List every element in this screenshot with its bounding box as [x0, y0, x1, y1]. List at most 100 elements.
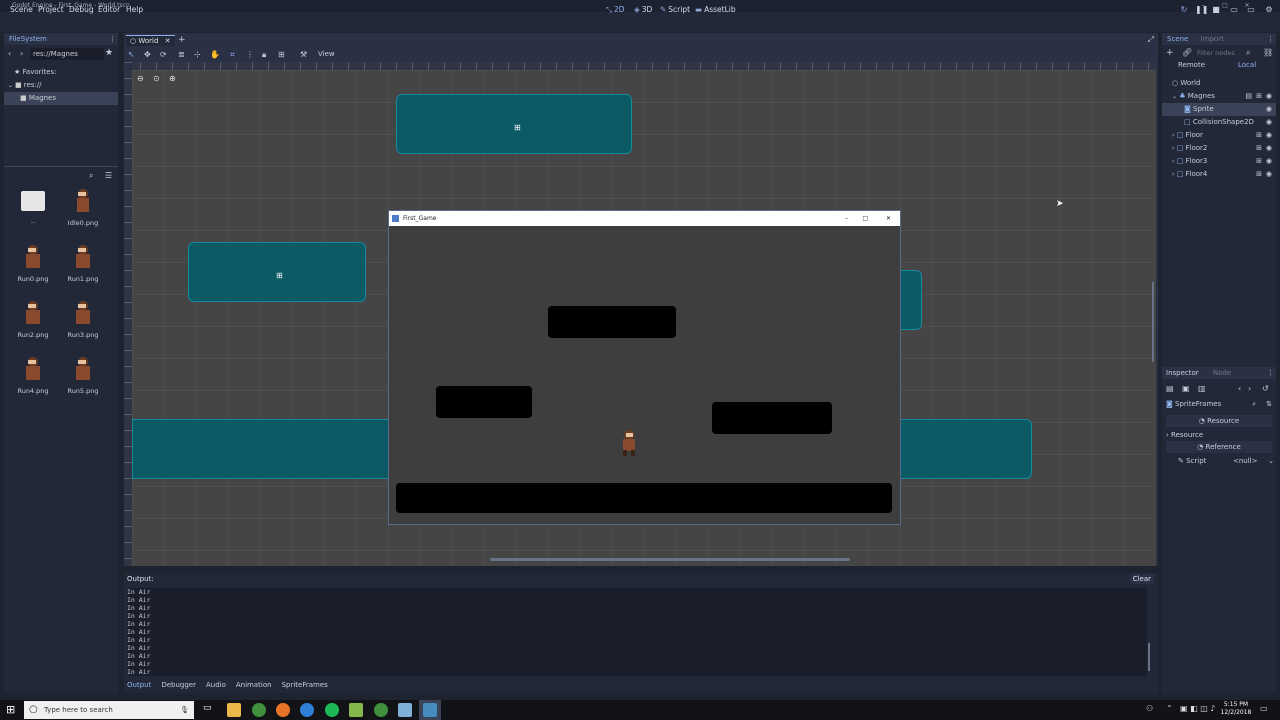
filesystem-tab[interactable]: FileSystem ⋮ [4, 33, 118, 45]
file-explorer-icon[interactable] [227, 703, 241, 717]
tab-animation[interactable]: Animation [236, 681, 272, 691]
pivot-tool-icon[interactable]: ⊹ [194, 50, 201, 59]
tab-scene[interactable]: Scene [1167, 35, 1188, 43]
group-icon[interactable]: ⊞ [1256, 155, 1262, 168]
list-view-icon[interactable]: ☰ [105, 171, 112, 180]
minimize-icon[interactable]: – [845, 211, 848, 226]
add-tab-icon[interactable]: + [178, 35, 186, 45]
chrome-icon[interactable] [252, 703, 266, 717]
visibility-eye-icon[interactable]: ◉ [1266, 129, 1272, 142]
script-property[interactable]: ✎ Script <null> ⌄ [1178, 455, 1274, 467]
file-item[interactable]: Run5.png [58, 351, 108, 407]
output-scrollbar[interactable] [1148, 643, 1150, 671]
resource-header-button[interactable]: ◔ Resource [1166, 415, 1272, 427]
visibility-eye-icon[interactable]: ◉ [1266, 103, 1272, 116]
bone-icon[interactable]: ⚒ [300, 50, 307, 59]
pan-tool-icon[interactable]: ✋ [210, 50, 220, 59]
notepad-icon[interactable] [349, 703, 363, 717]
chevron-up-icon[interactable]: ⌃ [1166, 704, 1173, 713]
snap-icon[interactable]: ⌗ [230, 50, 235, 60]
group-icon[interactable]: ⊞ [278, 50, 285, 59]
scene-node-floor2[interactable]: › □ Floor2 ⊞ ◉ [1162, 142, 1276, 155]
menu-help[interactable]: Help [126, 4, 143, 16]
settings-icon[interactable]: ⚙ [1264, 5, 1274, 15]
tab-world[interactable]: ○ World ✕ [126, 35, 175, 46]
resource-section[interactable]: › Resource [1166, 429, 1203, 441]
zoom-in-icon[interactable]: ⊕ [169, 74, 176, 83]
add-node-icon[interactable]: + [1166, 48, 1174, 58]
load-resource-icon[interactable]: ▣ [1182, 384, 1190, 393]
clear-button[interactable]: Clear [1129, 574, 1154, 584]
scene-node-collisionshape2d[interactable]: □ CollisionShape2D ◉ [1162, 116, 1276, 129]
vertical-scrollbar[interactable] [1152, 282, 1154, 362]
group-icon[interactable]: ⊞ [1256, 90, 1262, 103]
history-forward-icon[interactable]: › [1248, 384, 1251, 393]
folder-row-magnes[interactable]: ■ Magnes [4, 92, 118, 105]
tab-node[interactable]: Node [1213, 369, 1231, 377]
list-tool-icon[interactable]: ≣ [178, 50, 185, 59]
remote-button[interactable]: Remote [1178, 61, 1205, 69]
group-icon[interactable]: ⊞ [1256, 129, 1262, 142]
app-icon[interactable] [398, 703, 412, 717]
menu-project[interactable]: Project [38, 4, 64, 16]
back-icon[interactable]: ‹ [8, 49, 11, 58]
scene-node-sprite[interactable]: ◙ Sprite ◉ [1162, 103, 1276, 116]
output-log[interactable]: In Air In Air In Air In Air In Air In Air In A… [127, 588, 1147, 676]
taskbar-clock[interactable]: 5:15 PM 12/2/2018 [1218, 701, 1254, 717]
scene-node-floor4[interactable]: › □ Floor4 ⊞ ◉ [1162, 168, 1276, 181]
visibility-eye-icon[interactable]: ◉ [1266, 116, 1272, 129]
dock-menu-icon[interactable]: ⋮ [1267, 33, 1274, 45]
visibility-eye-icon[interactable]: ◉ [1266, 142, 1272, 155]
tab-spriteframes[interactable]: SpriteFrames [282, 681, 328, 691]
scene-node-world[interactable]: ○ World [1162, 77, 1276, 90]
taskbar-search-input[interactable]: ○ Type here to search 🎙︎ [24, 701, 194, 719]
notifications-icon[interactable]: ▭ [1260, 704, 1268, 713]
menu-scene[interactable]: Scene [10, 4, 33, 16]
pause-icon[interactable]: ❚❚ [1195, 5, 1208, 15]
workspace-3d[interactable]: ◈ 3D [634, 4, 652, 16]
menu-debug[interactable]: Debug [69, 4, 94, 16]
scene-node-floor[interactable]: › □ Floor ⊞ ◉ [1162, 129, 1276, 142]
group-icon[interactable]: ⊞ [1256, 142, 1262, 155]
file-item[interactable]: Run4.png [8, 351, 58, 407]
people-icon[interactable]: ⚇ [1146, 704, 1153, 713]
workspace-2d[interactable]: ⤡ 2D [606, 4, 625, 16]
game-window[interactable]: First_Game – □ ✕ [388, 210, 901, 525]
search-icon[interactable]: ⌕ [1246, 48, 1250, 58]
visibility-eye-icon[interactable]: ◉ [1266, 168, 1272, 181]
favorites-row[interactable]: ★ Favorites: [4, 66, 118, 79]
scene-node-magnes[interactable]: ⌄ ♣ Magnes ▤ ⊞ ◉ [1162, 90, 1276, 103]
reference-header-button[interactable]: ◔ Reference [1166, 441, 1272, 453]
snap-options-icon[interactable]: ⋮ [246, 50, 254, 59]
scene-node-floor3[interactable]: › □ Floor3 ⊞ ◉ [1162, 155, 1276, 168]
file-item[interactable]: .. [8, 183, 58, 239]
workspace-assetlib[interactable]: ▬ AssetLib [695, 4, 736, 16]
inspected-object[interactable]: ◙ SpriteFrames ⌕ ⇅ [1162, 398, 1276, 410]
reload-icon[interactable]: ↻ [1179, 5, 1189, 15]
search-icon[interactable]: ⌕ [1252, 398, 1256, 410]
firefox-icon[interactable] [276, 703, 290, 717]
history-icon[interactable]: ↺ [1262, 384, 1269, 393]
split-divider[interactable] [4, 166, 118, 167]
godot-taskbar-active[interactable] [419, 700, 441, 720]
file-item[interactable]: Run3.png [58, 295, 108, 351]
windows-start-icon[interactable]: ⊞ [6, 703, 15, 716]
maximize-icon[interactable]: □ [862, 211, 868, 226]
tab-debugger[interactable]: Debugger [161, 681, 196, 691]
save-resource-icon[interactable]: ▥ [1198, 384, 1206, 393]
forward-icon[interactable]: › [20, 49, 23, 58]
history-back-icon[interactable]: ‹ [1238, 384, 1241, 393]
rotate-tool-icon[interactable]: ⟳ [160, 50, 167, 59]
menu-editor[interactable]: Editor [98, 4, 120, 16]
stop-icon[interactable]: ■ [1211, 5, 1221, 15]
select-tool-icon[interactable]: ↖ [128, 50, 135, 59]
visibility-eye-icon[interactable]: ◉ [1266, 155, 1272, 168]
visibility-eye-icon[interactable]: ◉ [1266, 90, 1272, 103]
path-field[interactable]: res://Magnes [30, 48, 104, 60]
file-item[interactable]: Run0.png [8, 239, 58, 295]
favorite-star-icon[interactable]: ★ [105, 48, 113, 58]
spotify-icon[interactable] [325, 703, 339, 717]
file-item[interactable]: Idle0.png [58, 183, 108, 239]
chevron-down-icon[interactable]: ⌄ [1268, 455, 1274, 467]
file-item[interactable]: Run1.png [58, 239, 108, 295]
